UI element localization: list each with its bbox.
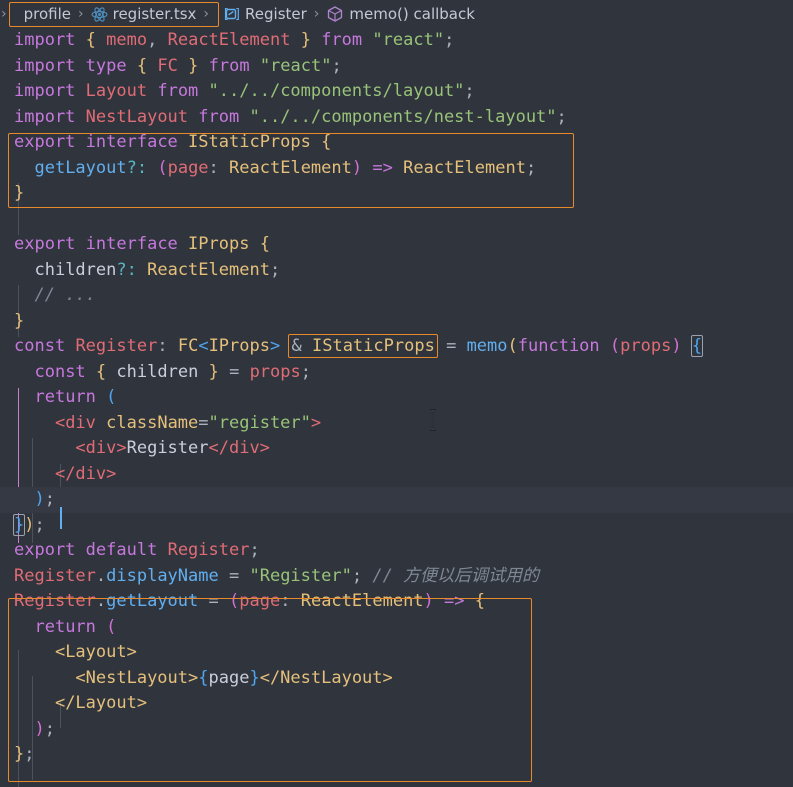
breadcrumb-separator-1: › [78, 6, 84, 22]
breadcrumb-item-profile-label: profile [23, 5, 71, 23]
breadcrumb-path-highlight[interactable]: profile › register.tsx › [8, 1, 220, 27]
breadcrumb-separator-2: › [203, 6, 210, 22]
code-line[interactable]: ); [0, 717, 793, 743]
text-caret [60, 507, 62, 529]
code-line[interactable]: }); [0, 513, 793, 539]
code-line[interactable]: return ( [0, 385, 793, 411]
code-line[interactable]: export interface IStaticProps { [0, 130, 793, 156]
code-text[interactable]: import { memo, ReactElement } from "reac… [0, 28, 793, 768]
breadcrumb-item-memo-callback-label: memo() callback [349, 5, 475, 23]
code-line[interactable]: Register.getLayout = (page: ReactElement… [0, 589, 793, 615]
breadcrumb-lead-separator: › [1, 6, 7, 22]
breadcrumb-item-register-symbol-label: Register [245, 5, 307, 23]
code-line[interactable]: <Layout> [0, 640, 793, 666]
code-line[interactable]: const { children } = props; [0, 360, 793, 386]
breadcrumb-item-register-symbol[interactable]: [ ] Register [219, 5, 310, 23]
breadcrumb-separator-3: › [313, 6, 320, 22]
code-line[interactable]: import type { FC } from "react"; [0, 54, 793, 80]
code-line[interactable]: </div> [0, 462, 793, 488]
breadcrumb-item-memo-callback[interactable]: memo() callback [323, 5, 478, 23]
code-line[interactable]: children?: ReactElement; [0, 258, 793, 284]
code-line[interactable]: <div className="register"> [0, 411, 793, 437]
code-line[interactable]: getLayout?: (page: ReactElement) => Reac… [0, 156, 793, 182]
code-line-current[interactable]: ); [0, 487, 793, 513]
inline-match-highlight: & IStaticProps [288, 334, 438, 358]
code-line[interactable]: return ( [0, 615, 793, 641]
method-cube-icon [326, 5, 344, 23]
code-line[interactable]: } [0, 181, 793, 207]
code-line[interactable]: import { memo, ReactElement } from "reac… [0, 28, 793, 54]
breadcrumb-item-register-tsx-label: register.tsx [112, 5, 197, 23]
code-line[interactable]: import Layout from "../../components/lay… [0, 79, 793, 105]
code-line[interactable]: </Layout> [0, 691, 793, 717]
breadcrumb-item-register-tsx[interactable]: register.tsx [88, 5, 200, 23]
code-line[interactable]: <NestLayout>{page}</NestLayout> [0, 666, 793, 692]
code-line[interactable] [0, 207, 793, 233]
breadcrumb-item-profile[interactable]: profile [16, 5, 74, 23]
code-line[interactable]: export interface IProps { [0, 232, 793, 258]
code-line[interactable]: // ... [0, 283, 793, 309]
code-line[interactable]: const Register: FC<IProps> & IStaticProp… [0, 334, 793, 360]
code-line[interactable]: }; [0, 742, 793, 768]
code-editor-viewport[interactable]: import { memo, ReactElement } from "reac… [0, 28, 793, 787]
inline-comment: // 方便以后调试用的 [372, 565, 540, 586]
variable-symbol-icon: [ ] [222, 5, 240, 23]
code-line[interactable]: <div>Register</div> [0, 436, 793, 462]
react-file-icon [91, 6, 108, 23]
code-line[interactable]: } [0, 309, 793, 335]
code-line[interactable]: Register.displayName = "Register"; // 方便… [0, 564, 793, 590]
svg-text:]: ] [234, 7, 240, 22]
code-line[interactable]: import NestLayout from "../../components… [0, 105, 793, 131]
breadcrumb[interactable]: › profile › register.tsx › [Register › … [0, 0, 793, 28]
code-line[interactable]: export default Register; [0, 538, 793, 564]
